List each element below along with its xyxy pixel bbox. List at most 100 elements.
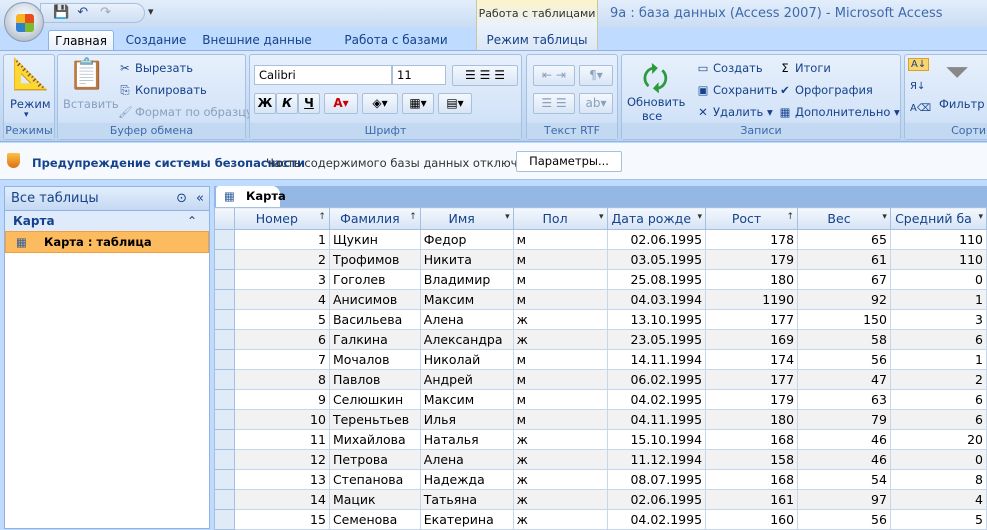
fill-color-button[interactable]: ◈▾ — [362, 93, 398, 114]
record-selector[interactable] — [214, 229, 235, 250]
sort-ascending-icon[interactable]: A↓ — [908, 58, 930, 71]
table-cell[interactable]: 11.12.1994 — [606, 449, 707, 470]
redo-icon[interactable]: ↷ — [100, 5, 111, 20]
table-cell[interactable]: Никита — [419, 249, 514, 270]
record-selector[interactable] — [214, 329, 235, 350]
column-header[interactable]: Средний ба ▾ — [889, 207, 987, 230]
table-cell[interactable]: 79 — [797, 409, 891, 430]
tab-home[interactable]: Главная — [48, 30, 114, 52]
table-cell[interactable]: 67 — [797, 269, 891, 290]
record-selector[interactable] — [214, 429, 235, 450]
table-cell[interactable]: 180 — [705, 409, 799, 430]
list-buttons[interactable]: ☰ ☰ — [533, 93, 575, 114]
save-icon[interactable]: 💾 — [53, 5, 69, 20]
column-header[interactable]: Номер ↑ — [233, 207, 330, 230]
copy-button[interactable]: ⎘ Копировать — [118, 83, 206, 98]
record-selector[interactable] — [214, 469, 235, 490]
column-header[interactable]: Имя ▾ — [419, 207, 514, 230]
sort-indicator-icon[interactable]: ↑ — [787, 212, 795, 222]
table-cell[interactable]: 56 — [797, 509, 891, 530]
table-cell[interactable]: 168 — [705, 429, 799, 450]
refresh-all-button[interactable]: Обновить — [627, 95, 685, 109]
table-cell[interactable]: 5 — [233, 309, 330, 330]
column-header[interactable]: Пол ▾ — [512, 207, 608, 230]
record-selector[interactable] — [214, 309, 235, 330]
sort-descending-icon[interactable]: Я↓ — [910, 81, 925, 92]
align-buttons[interactable]: ☰ ☰ ☰ — [452, 65, 518, 86]
table-cell[interactable]: Наталья — [419, 429, 514, 450]
cut-button[interactable]: ✂ Вырезать — [118, 61, 193, 75]
table-cell[interactable]: ж — [512, 469, 608, 490]
table-row[interactable]: 13 Степанова Надежда ж 08.07.1995 168 54 8 — [214, 469, 987, 490]
table-cell[interactable]: Алена — [419, 449, 514, 470]
filter-dropdown-icon[interactable]: ▾ — [698, 212, 703, 222]
table-cell[interactable]: 65 — [797, 229, 891, 250]
table-cell[interactable]: 54 — [797, 469, 891, 490]
filter-dropdown-icon[interactable]: ▾ — [882, 212, 887, 222]
filter-dropdown-icon[interactable]: ▾ — [505, 212, 510, 222]
totals-button[interactable]: Σ Итоги — [778, 61, 831, 75]
filter-dropdown-icon[interactable]: ▾ — [978, 212, 983, 222]
table-cell[interactable]: 11 — [233, 429, 330, 450]
tab-create[interactable]: Создание — [120, 30, 192, 52]
table-cell[interactable]: м — [512, 229, 608, 250]
more-button[interactable]: ▦ Дополнительно ▾ — [778, 105, 900, 119]
record-selector[interactable] — [214, 269, 235, 290]
table-cell[interactable]: 06.02.1995 — [606, 369, 707, 390]
tab-database-tools[interactable]: Работа с базами данных — [322, 30, 470, 67]
table-row[interactable]: 10 Тереньтьев Илья м 04.11.1995 180 79 6 — [214, 409, 987, 430]
table-cell[interactable]: Галкина — [328, 329, 421, 350]
table-cell[interactable]: 178 — [705, 229, 799, 250]
table-cell[interactable]: 63 — [797, 389, 891, 410]
table-cell[interactable]: 56 — [797, 349, 891, 370]
table-cell[interactable]: 25.08.1995 — [606, 269, 707, 290]
table-cell[interactable]: Алена — [419, 309, 514, 330]
view-icon[interactable]: 📐 — [12, 57, 49, 92]
new-record-button[interactable]: ▭ Создать — [696, 61, 763, 75]
gridlines-button[interactable]: ▦▾ — [402, 93, 434, 114]
table-cell[interactable]: 2 — [233, 249, 330, 270]
table-cell[interactable]: 6 — [889, 409, 987, 430]
select-all-corner[interactable] — [214, 207, 235, 230]
table-cell[interactable]: 1 — [233, 229, 330, 250]
table-cell[interactable]: м — [512, 409, 608, 430]
collapse-pane-icon[interactable]: « — [196, 187, 204, 210]
filter-icon[interactable]: ⏷ — [945, 55, 969, 90]
save-record-button[interactable]: ▣ Сохранить — [696, 83, 778, 97]
table-cell[interactable]: Степанова — [328, 469, 421, 490]
table-row[interactable]: 1 Щукин Федор м 02.06.1995 178 65 110 — [214, 229, 987, 250]
table-cell[interactable]: ж — [512, 329, 608, 350]
table-row[interactable]: 8 Павлов Андрей м 06.02.1995 177 47 2 — [214, 369, 987, 390]
table-cell[interactable]: 23.05.1995 — [606, 329, 707, 350]
table-cell[interactable]: 7 — [233, 349, 330, 370]
record-selector[interactable] — [214, 349, 235, 370]
nav-item-karta-table[interactable]: ▦ Карта : таблица — [5, 231, 209, 253]
table-cell[interactable]: Васильева — [328, 309, 421, 330]
table-row[interactable]: 4 Анисимов Максим м 04.03.1994 1190 92 1 — [214, 289, 987, 310]
table-row[interactable]: 12 Петрова Алена ж 11.12.1994 158 46 0 — [214, 449, 987, 470]
tab-external-data[interactable]: Внешние данные — [202, 30, 312, 52]
table-cell[interactable]: 02.06.1995 — [606, 229, 707, 250]
table-cell[interactable]: Максим — [419, 389, 514, 410]
paste-button[interactable]: Вставить — [63, 97, 119, 111]
table-cell[interactable]: м — [512, 369, 608, 390]
table-cell[interactable]: 6 — [889, 389, 987, 410]
table-cell[interactable]: ж — [512, 509, 608, 530]
table-cell[interactable]: м — [512, 349, 608, 370]
table-cell[interactable]: Владимир — [419, 269, 514, 290]
font-size-select[interactable]: 11 — [392, 65, 446, 85]
font-name-select[interactable]: Calibri — [254, 65, 392, 85]
highlight-button[interactable]: ab▾ — [579, 93, 613, 114]
table-cell[interactable]: 1 — [889, 349, 987, 370]
table-cell[interactable]: 110 — [889, 249, 987, 270]
options-button[interactable]: Параметры... — [516, 151, 622, 172]
table-cell[interactable]: Мацик — [328, 489, 421, 510]
table-cell[interactable]: Николай — [419, 349, 514, 370]
table-cell[interactable]: 03.05.1995 — [606, 249, 707, 270]
table-cell[interactable]: 169 — [705, 329, 799, 350]
sort-indicator-icon[interactable]: ↑ — [318, 212, 326, 222]
table-cell[interactable]: ж — [512, 309, 608, 330]
filter-button[interactable]: Фильтр — [939, 97, 985, 111]
column-header[interactable]: Вес ▾ — [797, 207, 891, 230]
table-cell[interactable]: 61 — [797, 249, 891, 270]
